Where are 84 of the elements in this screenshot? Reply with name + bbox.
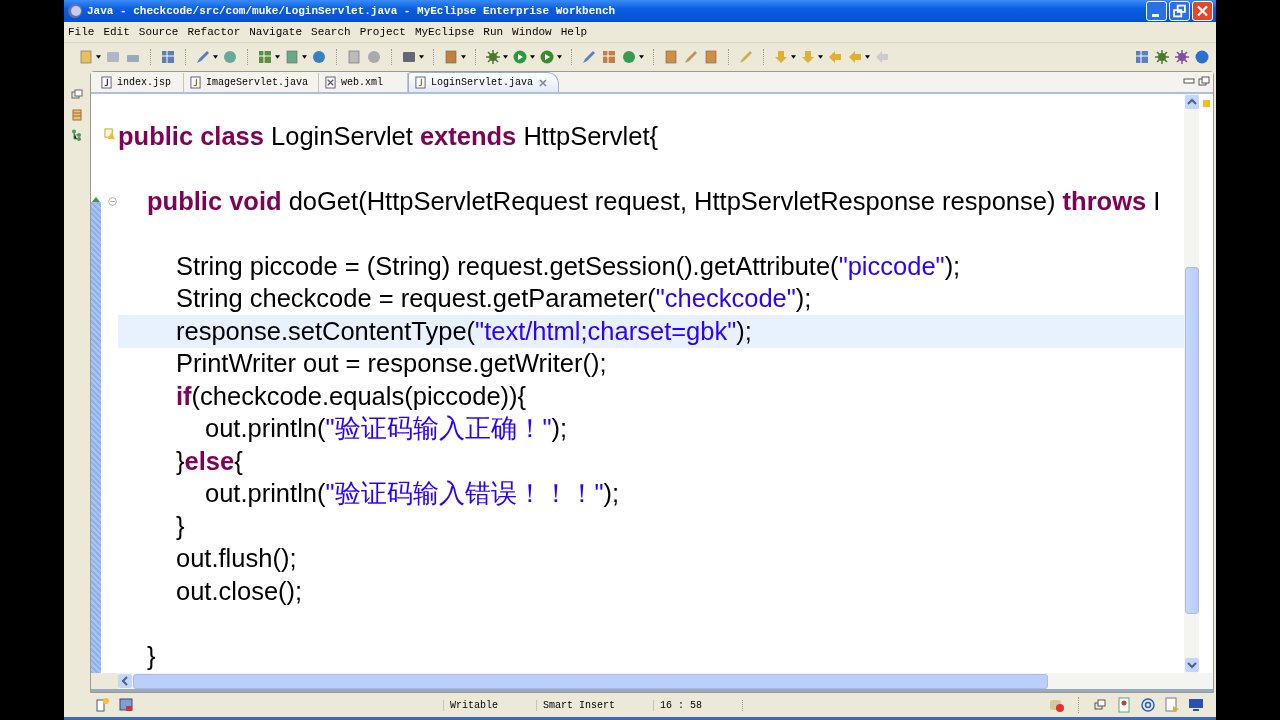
code-line: public void doGet(HttpServletRequest request, HttpServletResponse response) throws I	[146, 186, 1161, 216]
minimize-view-icon[interactable]	[1183, 76, 1195, 86]
java-file-icon	[415, 76, 427, 89]
dropdown-arrow-icon[interactable]	[419, 55, 424, 59]
status-field: Writable	[442, 699, 528, 711]
menu-item[interactable]: Run	[483, 26, 504, 38]
outline-icon[interactable]	[71, 129, 83, 141]
cursor-position: 16 : 58	[653, 699, 743, 711]
restore-view-icon[interactable]	[1092, 697, 1108, 713]
restore-button[interactable]	[1169, 1, 1190, 21]
close-tab-icon[interactable]	[538, 77, 549, 88]
scrollbar-thumb[interactable]	[1184, 267, 1199, 614]
code-line: out.close();	[175, 576, 303, 606]
fold-collapse-icon[interactable]	[108, 197, 117, 206]
menu-item[interactable]: Search	[311, 26, 351, 38]
code-line: }else{	[175, 446, 243, 476]
code-line: out.println("验证码输入正确！");	[204, 413, 568, 445]
run-tool-icon[interactable]	[539, 49, 555, 65]
code-line: response.setContentType("text/html;charset=gbk");	[175, 316, 752, 346]
menu-item[interactable]: Window	[512, 26, 552, 38]
menu-item[interactable]: Refactor	[187, 26, 241, 38]
hierarchy-icon[interactable]	[71, 109, 83, 121]
table-icon[interactable]	[601, 49, 617, 65]
code-line: PrintWriter out = response.getWriter();	[175, 349, 607, 379]
code-line: if(checkcode.equals(piccode)){	[175, 381, 527, 411]
scroll-left-icon[interactable]	[118, 674, 132, 688]
editor-tab[interactable]: web.xml	[319, 73, 409, 92]
code-line: String checkcode = request.getParameter("checkcode");	[175, 284, 812, 314]
fast-view-icon[interactable]	[94, 697, 110, 713]
vertical-scrollbar[interactable]	[1184, 94, 1199, 673]
menu-item[interactable]: MyEclipse	[414, 26, 475, 38]
window-title: Java - checkcode/src/com/muke/LoginServlet.java - MyEclipse Enterprise Workbench	[87, 5, 616, 17]
minimize-icon	[1152, 14, 1159, 17]
editor-tab[interactable]: LoginServlet.java	[408, 72, 560, 92]
bug-icon[interactable]	[485, 49, 501, 65]
code-line: out.println("验证码输入错误！！！");	[204, 478, 620, 510]
document-icon[interactable]	[346, 49, 362, 65]
dropdown-arrow-icon[interactable]	[461, 55, 466, 59]
close-button[interactable]	[1192, 1, 1213, 21]
dropdown-arrow-icon[interactable]	[96, 55, 101, 59]
code-line: public class LoginServlet extends HttpServlet{	[118, 121, 659, 151]
warning-overview-icon	[1202, 100, 1210, 107]
editor-tab[interactable]: index.jsp	[95, 73, 184, 92]
dropdown-arrow-icon[interactable]	[275, 55, 280, 59]
warning-marker-icon	[104, 128, 115, 139]
dropdown-arrow-icon[interactable]	[530, 55, 535, 59]
menu-item[interactable]: Source	[138, 26, 179, 38]
dropdown-arrow-icon[interactable]	[818, 55, 823, 59]
dropdown-arrow-icon[interactable]	[791, 55, 796, 59]
code-line: }	[175, 511, 185, 541]
dropdown-arrow-icon[interactable]	[302, 55, 307, 59]
menu-item[interactable]: Edit	[103, 26, 130, 38]
menu-item[interactable]: Help	[560, 26, 588, 38]
code-line: String piccode = (String) request.getSession().getAttribute("piccode");	[175, 251, 961, 281]
maximize-view-icon[interactable]	[1198, 76, 1210, 86]
menu-item[interactable]: Navigate	[249, 26, 303, 38]
restore-view-icon[interactable]	[71, 89, 83, 101]
menu-item[interactable]: Project	[359, 26, 406, 38]
java-perspective-icon[interactable]	[1174, 49, 1190, 65]
app-icon	[67, 3, 83, 19]
scroll-up-icon[interactable]	[1184, 95, 1199, 109]
debug-perspective-icon[interactable]	[1154, 49, 1170, 65]
run-icon[interactable]	[512, 49, 528, 65]
code-line: }	[146, 641, 156, 671]
editor-tab[interactable]: ImageServlet.java	[184, 73, 320, 92]
perspective-icon[interactable]	[1134, 49, 1150, 65]
dropdown-arrow-icon[interactable]	[865, 55, 870, 59]
dropdown-arrow-icon[interactable]	[557, 55, 562, 59]
server-console-icon[interactable]	[118, 697, 134, 713]
javadoc-icon[interactable]	[1164, 697, 1180, 713]
xml-file-icon	[325, 76, 337, 89]
menu-item[interactable]: File	[68, 26, 95, 38]
scroll-down-icon[interactable]	[1184, 658, 1199, 672]
minimize-button[interactable]	[1146, 1, 1167, 21]
dropdown-arrow-icon[interactable]	[503, 55, 508, 59]
at-sign-icon[interactable]	[1140, 697, 1156, 713]
monitor-icon[interactable]	[1188, 697, 1204, 713]
jsp-file-icon	[101, 76, 112, 89]
dropdown-arrow-icon[interactable]	[639, 55, 644, 59]
code-line: out.flush();	[175, 544, 297, 574]
status-field: Smart Insert	[535, 699, 645, 711]
dropdown-arrow-icon[interactable]	[213, 55, 218, 59]
java-file-icon	[190, 76, 201, 89]
restore-icon	[1170, 2, 1189, 20]
